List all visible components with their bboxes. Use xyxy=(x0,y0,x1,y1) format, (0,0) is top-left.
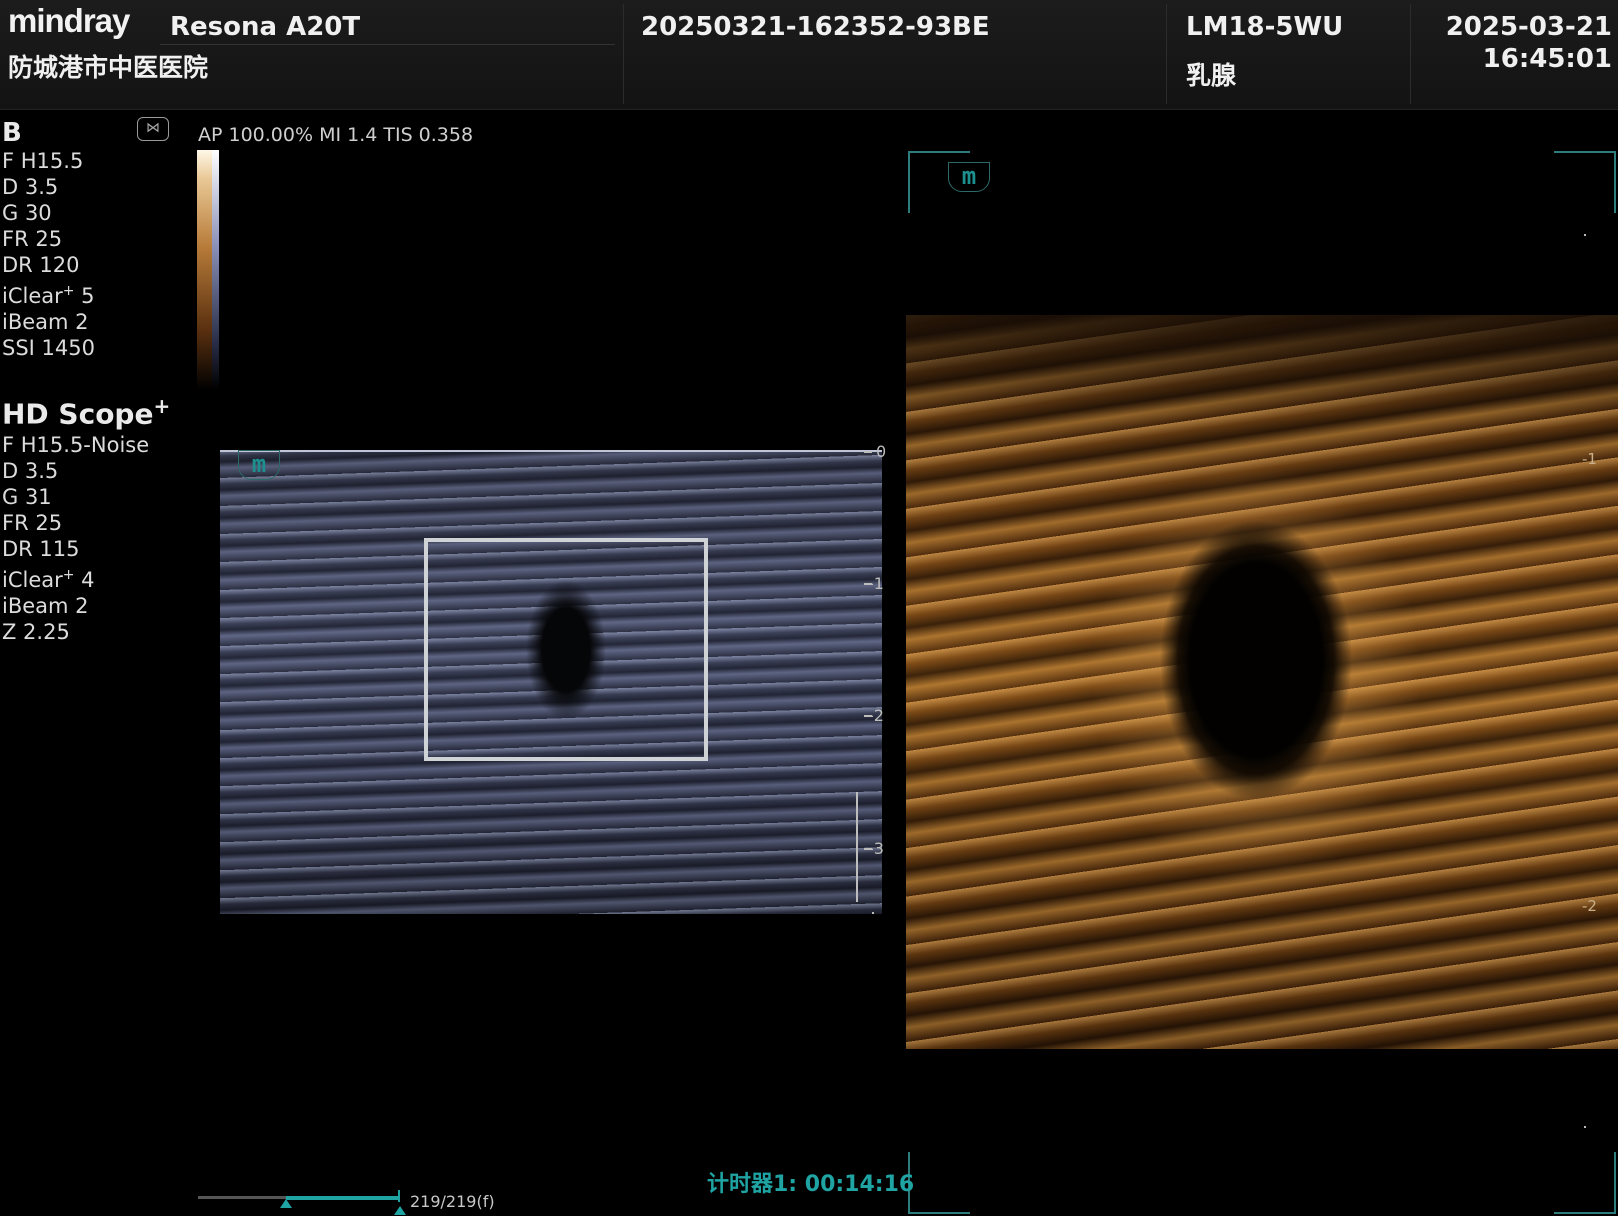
acoustic-output: AP 100.00% MI 1.4 TIS 0.358 xyxy=(198,124,474,146)
depth-label-1: -1 xyxy=(868,574,884,593)
param-frequency: F H15.5-Noise xyxy=(2,433,150,458)
hospital-name: 防城港市中医医院 xyxy=(8,53,209,82)
cine-start-marker[interactable] xyxy=(280,1199,292,1208)
divider xyxy=(160,44,615,45)
iclear-label: iClear xyxy=(2,568,63,593)
param-frame-rate: FR 25 xyxy=(2,511,63,536)
param-ssi: SSI 1450 xyxy=(2,336,95,360)
hdscope-title: HD Scope+ xyxy=(2,388,170,432)
date-display: 2025-03-21 xyxy=(1445,12,1612,42)
param-dynamic-range: DR 115 xyxy=(2,537,80,562)
exam-type[interactable]: 乳腺 xyxy=(1186,56,1236,92)
iclear-sup: + xyxy=(62,567,75,584)
param-zoom: Z 2.25 xyxy=(2,620,70,645)
param-depth: D 3.5 xyxy=(2,459,59,484)
cine-playhead-marker[interactable] xyxy=(394,1206,406,1215)
depth-label-2: -2 xyxy=(868,706,884,725)
zoomed-image-shading xyxy=(906,315,1618,415)
cine-end-marker xyxy=(398,1190,400,1202)
corner-bracket-bottom-right xyxy=(1554,1152,1616,1214)
divider xyxy=(623,4,624,104)
skin-line xyxy=(220,450,882,452)
marker-dot xyxy=(1584,1126,1586,1128)
hdscope-title-sup: + xyxy=(153,394,171,418)
time-display: 16:45:01 xyxy=(1482,44,1612,74)
zoom-depth-label-1: -1 xyxy=(1582,450,1597,468)
corner-bracket-top-left xyxy=(908,151,970,213)
marker-dot xyxy=(1584,234,1586,236)
divider xyxy=(1410,4,1411,104)
cine-progress-fill xyxy=(286,1196,400,1200)
hdscope-params-panel: HD Scope+ F H15.5-Noise D 3.5 G 31 FR 25… xyxy=(2,388,170,645)
param-iclear: iClear+ 4 xyxy=(2,562,170,593)
zoom-roi-box[interactable] xyxy=(424,538,708,761)
frame-counter: 219/219(f) xyxy=(410,1192,495,1211)
param-ibeam: iBeam 2 xyxy=(2,310,89,334)
timer-display[interactable]: 计时器1: 00:14:16 xyxy=(707,1166,914,1198)
hdscope-title-text: HD Scope xyxy=(2,397,154,431)
divider xyxy=(1166,4,1167,104)
param-frame-rate: FR 25 xyxy=(2,227,63,251)
depth-dot xyxy=(872,912,874,914)
dual-view-icon[interactable]: ⋈ xyxy=(137,117,169,141)
depth-label-0: 0 xyxy=(876,442,887,461)
param-iclear: iClear+ 5 xyxy=(2,278,95,309)
iclear-sup: + xyxy=(62,283,75,299)
iclear-value: 5 xyxy=(74,284,95,308)
param-dynamic-range: DR 120 xyxy=(2,253,80,277)
grayscale-colorbar xyxy=(197,150,219,390)
depth-scale-bar xyxy=(856,792,858,902)
param-gain: G 30 xyxy=(2,201,52,225)
corner-bracket-top-right xyxy=(1554,151,1616,213)
param-frequency: F H15.5 xyxy=(2,149,84,173)
depth-tick xyxy=(864,451,872,453)
depth-label-3: -3 xyxy=(868,839,884,858)
patient-id[interactable]: 20250321-162352-93BE xyxy=(641,12,990,42)
corner-bracket-bottom-left xyxy=(908,1152,970,1214)
iclear-value: 4 xyxy=(74,568,95,593)
bmode-params-panel: B F H15.5 D 3.5 G 30 FR 25 DR 120 iClear… xyxy=(2,118,95,361)
zoomed-image[interactable] xyxy=(906,315,1618,1049)
param-depth: D 3.5 xyxy=(2,175,59,199)
probe-name[interactable]: LM18-5WU xyxy=(1186,12,1343,42)
brand-logo: mindray xyxy=(8,2,130,39)
zoom-depth-label-2: -2 xyxy=(1582,897,1597,915)
device-model: Resona A20T xyxy=(170,12,361,42)
iclear-label: iClear xyxy=(2,284,63,308)
param-gain: G 31 xyxy=(2,485,52,510)
m-logo-icon: m xyxy=(238,450,280,480)
param-ibeam: iBeam 2 xyxy=(2,594,89,619)
bmode-title: B xyxy=(2,118,22,148)
top-info-bar: mindray Resona A20T 防城港市中医医院 20250321-16… xyxy=(0,0,1618,110)
